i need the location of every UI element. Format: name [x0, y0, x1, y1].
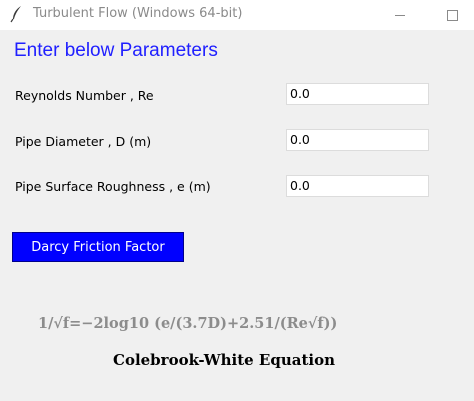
surface-roughness-label: Pipe Surface Roughness , e (m): [15, 179, 211, 194]
maximize-icon: [446, 9, 458, 21]
pipe-diameter-input[interactable]: 0.0: [286, 129, 429, 151]
reynolds-number-label: Reynolds Number , Re: [15, 88, 154, 103]
surface-roughness-input[interactable]: 0.0: [286, 175, 429, 197]
pipe-diameter-label: Pipe Diameter , D (m): [15, 134, 152, 149]
darcy-friction-factor-button[interactable]: Darcy Friction Factor: [12, 232, 184, 262]
main-panel: Enter below Parameters Reynolds Number ,…: [0, 30, 474, 401]
feather-icon: [9, 5, 25, 23]
minimize-button[interactable]: [377, 0, 423, 30]
colebrook-formula: 1/√f=−2log10 (e/(3.7D)+2.51/(Re√f)): [38, 315, 338, 332]
maximize-button[interactable]: [429, 0, 474, 30]
form-heading: Enter below Parameters: [14, 40, 218, 61]
window-title: Turbulent Flow (Windows 64-bit): [33, 6, 243, 21]
equation-name: Colebrook-White Equation: [113, 351, 336, 369]
reynolds-number-input[interactable]: 0.0: [286, 83, 429, 105]
minimize-icon: [395, 14, 405, 16]
title-bar: Turbulent Flow (Windows 64-bit): [0, 0, 474, 30]
